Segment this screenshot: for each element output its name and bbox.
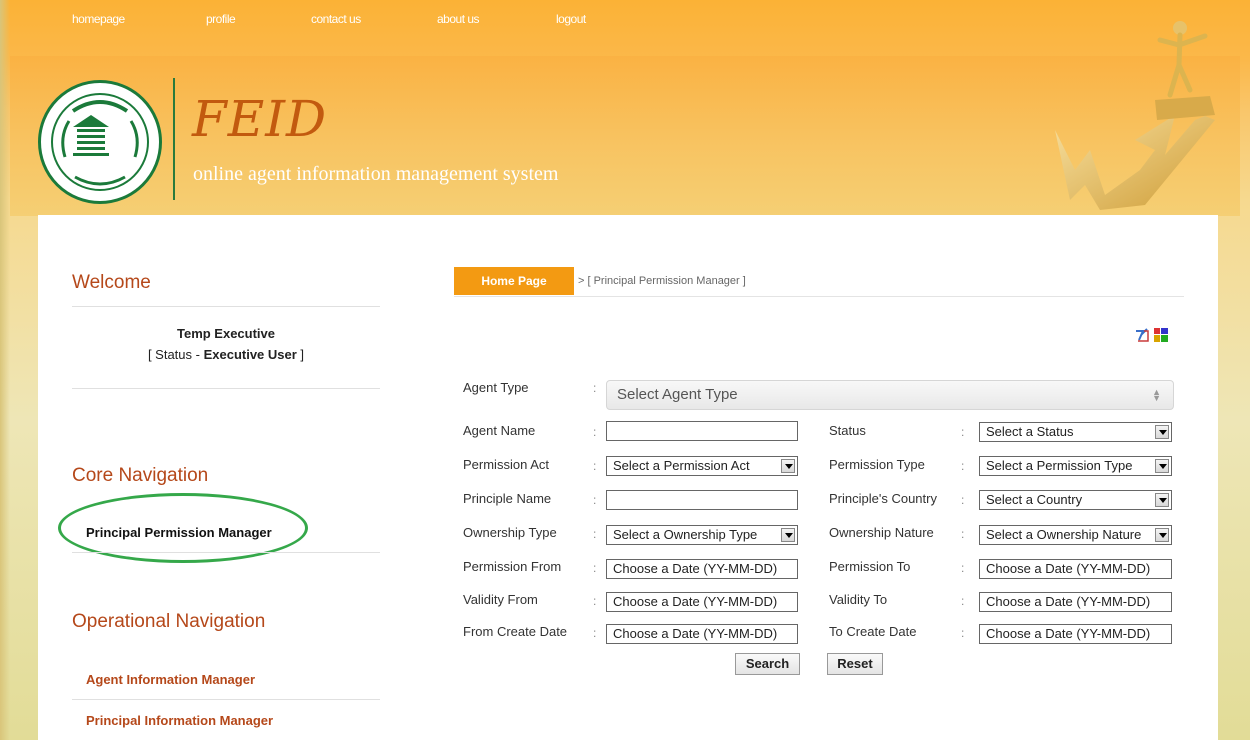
permission-to-date-input[interactable]: Choose a Date (YY-MM-DD) <box>979 559 1172 579</box>
chevron-down-icon <box>781 528 795 542</box>
export-icon[interactable] <box>1135 328 1149 342</box>
to-create-date-input[interactable]: Choose a Date (YY-MM-DD) <box>979 624 1172 644</box>
nav-about-link[interactable]: about us <box>437 12 480 26</box>
breadcrumb-home-tab[interactable]: Home Page <box>454 267 574 295</box>
principle-country-label: Principle's Country <box>829 491 937 506</box>
bangladesh-bank-logo <box>38 80 162 204</box>
field-colon: : <box>593 626 597 640</box>
principle-country-select[interactable]: Select a Country <box>979 490 1172 510</box>
field-colon: : <box>961 493 965 507</box>
permission-from-date-input[interactable]: Choose a Date (YY-MM-DD) <box>606 559 798 579</box>
permission-act-select[interactable]: Select a Permission Act <box>606 456 798 476</box>
chevron-down-icon <box>1155 493 1169 507</box>
field-colon: : <box>961 459 965 473</box>
agent-type-label: Agent Type <box>463 380 529 395</box>
validity-from-date-input[interactable]: Choose a Date (YY-MM-DD) <box>606 592 798 612</box>
permission-type-select[interactable]: Select a Permission Type <box>979 456 1172 476</box>
status-select[interactable]: Select a Status <box>979 422 1172 442</box>
principle-name-label: Principle Name <box>463 491 552 506</box>
sidebar-item-principal-information-manager[interactable]: Principal Information Manager <box>86 713 273 728</box>
nav-profile-link[interactable]: profile <box>206 12 236 26</box>
field-colon: : <box>961 527 965 541</box>
field-colon: : <box>593 561 597 575</box>
ownership-type-select[interactable]: Select a Ownership Type <box>606 525 798 545</box>
principle-name-input[interactable] <box>606 490 798 510</box>
field-colon: : <box>593 527 597 541</box>
from-create-date-label: From Create Date <box>463 624 568 639</box>
validity-to-date-input[interactable]: Choose a Date (YY-MM-DD) <box>979 592 1172 612</box>
validity-to-label: Validity To <box>829 592 888 607</box>
reset-button[interactable]: Reset <box>827 653 883 675</box>
sidebar-divider <box>72 306 380 307</box>
chevron-down-icon <box>1155 528 1169 542</box>
permission-from-label: Permission From <box>463 559 562 574</box>
field-colon: : <box>961 626 965 640</box>
field-colon: : <box>593 594 597 608</box>
welcome-heading: Welcome <box>72 272 151 293</box>
brand-subtitle: online agent information management syst… <box>193 163 559 185</box>
growth-arrow-figure-illustration <box>1055 21 1215 210</box>
field-colon: : <box>961 594 965 608</box>
permission-to-label: Permission To <box>829 559 911 574</box>
agent-type-select[interactable]: Select Agent Type ▲ ▼ <box>606 380 1174 410</box>
user-name: Temp Executive <box>176 326 276 341</box>
permission-type-label: Permission Type <box>829 457 925 472</box>
header-divider <box>173 78 175 200</box>
from-create-date-input[interactable]: Choose a Date (YY-MM-DD) <box>606 624 798 644</box>
status-label: Status <box>829 423 866 438</box>
user-status: [ Status - Executive User ] <box>147 347 305 362</box>
field-colon: : <box>593 459 597 473</box>
ownership-nature-select[interactable]: Select a Ownership Nature <box>979 525 1172 545</box>
brand-title: FEID <box>192 90 328 148</box>
chevron-down-icon <box>781 459 795 473</box>
sidebar-item-agent-information-manager[interactable]: Agent Information Manager <box>86 672 255 687</box>
nav-contact-link[interactable]: contact us <box>311 12 361 26</box>
logo-wreath <box>61 100 139 186</box>
breadcrumb-divider <box>454 296 1184 297</box>
main-content-panel: Welcome Temp Executive [ Status - Execut… <box>38 215 1218 740</box>
nav-logout-link[interactable]: logout <box>556 12 586 26</box>
breadcrumb-current: > [ Principal Permission Manager ] <box>578 275 746 287</box>
grid-icon[interactable] <box>1154 328 1168 342</box>
operational-navigation-heading: Operational Navigation <box>72 611 266 632</box>
permission-act-label: Permission Act <box>463 457 549 472</box>
sidebar-divider <box>72 388 380 389</box>
nav-homepage-link[interactable]: homepage <box>72 12 125 26</box>
sidebar-divider <box>72 552 380 553</box>
core-navigation-heading: Core Navigation <box>72 465 209 486</box>
agent-type-select-value: Select Agent Type <box>617 386 738 403</box>
search-button[interactable]: Search <box>735 653 800 675</box>
ownership-type-label: Ownership Type <box>463 525 557 540</box>
field-colon: : <box>593 493 597 507</box>
agent-name-input[interactable] <box>606 421 798 441</box>
chevron-down-icon <box>1155 425 1169 439</box>
field-colon: : <box>593 381 597 395</box>
field-colon: : <box>593 425 597 439</box>
chevron-down-icon <box>1155 459 1169 473</box>
page-background-edge <box>0 0 10 740</box>
field-colon: : <box>961 561 965 575</box>
select-updown-icon: ▲ ▼ <box>1152 387 1161 403</box>
ownership-nature-label: Ownership Nature <box>829 525 934 540</box>
validity-from-label: Validity From <box>463 592 538 607</box>
sidebar-divider <box>72 699 380 700</box>
to-create-date-label: To Create Date <box>829 624 917 639</box>
field-colon: : <box>961 425 965 439</box>
agent-name-label: Agent Name <box>463 423 536 438</box>
